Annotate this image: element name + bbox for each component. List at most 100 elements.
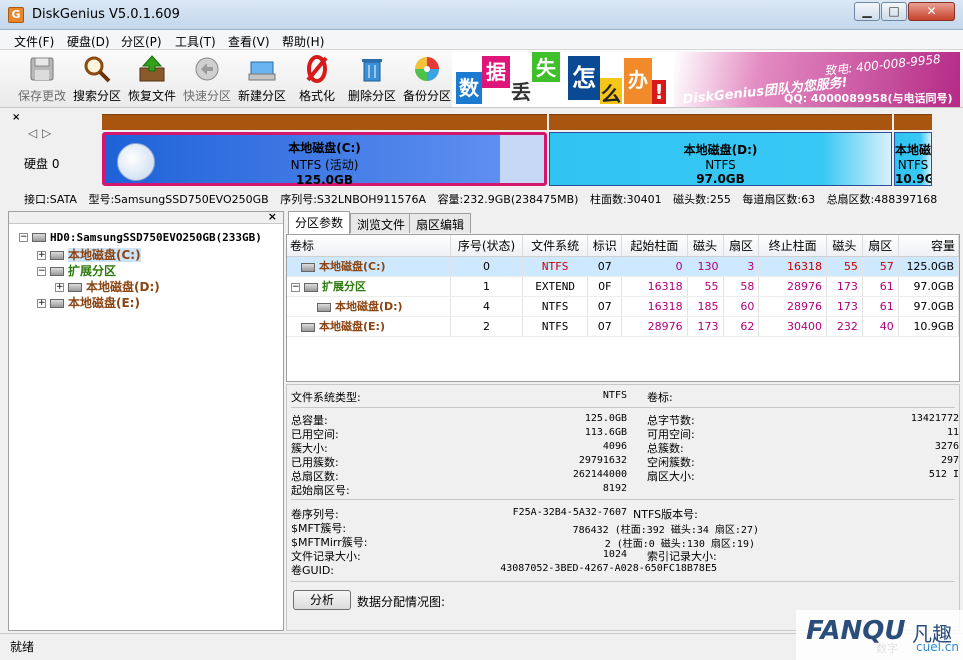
ad-banner[interactable]: 数 据 丢 失 怎 么 办 ! DiskGenius团队为您服务! 致电: 40… (452, 52, 960, 107)
partition-block-d[interactable]: 本地磁盘(D:) NTFS 97.0GB (549, 114, 892, 186)
partition-block-e[interactable]: 本地磁盘(E:) NTFS 10.9GB (894, 114, 932, 186)
format-button[interactable]: 格式化 (289, 52, 345, 104)
minimize-button[interactable]: ▁ (854, 2, 880, 21)
partition-name: 本地磁盘(C:) (288, 141, 361, 155)
expand-icon[interactable]: + (37, 299, 46, 308)
partition-icon (304, 282, 318, 292)
search-partition-button[interactable]: 搜索分区 (69, 52, 125, 104)
column-header[interactable]: 终止柱面 (758, 235, 827, 257)
close-icon[interactable]: × (12, 112, 20, 123)
partition-block-c[interactable]: 本地磁盘(C:) NTFS (活动) 125.0GB (102, 114, 547, 187)
row-size: 10.9GB (898, 316, 959, 337)
maximize-button[interactable]: □ (881, 2, 907, 21)
tree-item-c[interactable]: + 本地磁盘(C:) (37, 246, 141, 262)
expand-icon[interactable]: + (55, 283, 64, 292)
mft-cluster-value: 786432 (柱面:392 磁头:34 扇区:27) (572, 525, 759, 536)
used-space-value: 113.6GB (584, 427, 627, 438)
menu-file[interactable]: 文件(F) (14, 33, 54, 50)
column-header[interactable]: 容量 (898, 235, 959, 257)
backup-partition-label: 备份分区 (402, 89, 451, 103)
column-header[interactable]: 磁头 (687, 235, 724, 257)
tab-sector-edit[interactable]: 扇区编辑 (409, 213, 472, 233)
column-header[interactable]: 扇区 (723, 235, 760, 257)
menu-view[interactable]: 查看(V) (228, 33, 270, 50)
tree-item-d[interactable]: + 本地磁盘(D:) (55, 278, 160, 294)
column-header[interactable]: 扇区 (862, 235, 899, 257)
table-row[interactable]: 本地磁盘(E:) 2 NTFS 07 28976 173 62 30400 23… (287, 316, 959, 337)
delete-partition-label: 删除分区 (347, 89, 396, 103)
close-button[interactable]: ✕ (908, 2, 955, 21)
cluster-size-value: 4096 (602, 441, 627, 452)
ad-tile: 据 (482, 56, 510, 88)
partition-icon (68, 283, 82, 292)
save-changes-button[interactable]: 保存更改 (14, 52, 70, 104)
save-icon (30, 57, 54, 81)
free-space-value: 11 (946, 427, 959, 438)
row-label: 扩展分区 (322, 280, 366, 293)
quick-partition-button[interactable]: 快速分区 (179, 52, 235, 104)
menu-help[interactable]: 帮助(H) (282, 33, 324, 50)
delete-partition-button[interactable]: 删除分区 (344, 52, 400, 104)
tree-item-e[interactable]: + 本地磁盘(E:) (37, 294, 140, 310)
tree-item-extended[interactable]: − 扩展分区 (37, 262, 116, 278)
prev-disk-icon[interactable]: ◁ (28, 126, 37, 140)
row-start-sec: 60 (723, 296, 760, 317)
column-header[interactable]: 标识 (587, 235, 623, 257)
tree-label: 本地磁盘(C:) (68, 248, 141, 262)
row-index: 0 (450, 256, 523, 277)
partition-body: 本地磁盘(C:) NTFS (活动) 125.0GB (102, 132, 547, 187)
new-partition-button[interactable]: 新建分区 (234, 52, 290, 104)
collapse-icon[interactable]: − (37, 267, 46, 276)
total-clusters-value: 3276 (934, 441, 959, 452)
column-header[interactable]: 磁头 (826, 235, 863, 257)
start-sector-label: 起始扇区号: (291, 484, 350, 497)
format-label: 格式化 (298, 89, 335, 103)
recover-files-label: 恢复文件 (127, 89, 176, 103)
row-index: 2 (450, 316, 523, 337)
table-row[interactable]: 本地磁盘(C:) 0 NTFS 07 0 130 3 16318 55 57 1… (287, 256, 959, 277)
column-header[interactable]: 文件系统 (522, 235, 589, 257)
sectors-per-track-info: 每道扇区数:63 (742, 193, 816, 206)
recover-files-button[interactable]: 恢复文件 (124, 52, 180, 104)
divider (291, 581, 955, 582)
tree-item-hd0[interactable]: − HD0:SamsungSSD750EVO250GB(233GB) (19, 230, 262, 246)
format-icon (306, 55, 328, 83)
windows-logo-icon (117, 143, 155, 181)
partition-details: 文件系统类型: NTFS 卷标: 总容量: 125.0GB 已用空间: 113.… (286, 384, 960, 631)
total-sectors-info: 总扇区数:488397168 (826, 193, 938, 206)
partition-name: 本地磁盘(E:) (895, 143, 932, 157)
collapse-icon[interactable]: − (19, 233, 28, 242)
tab-browse-files[interactable]: 浏览文件 (350, 213, 413, 233)
row-size: 97.0GB (898, 276, 959, 297)
backup-partition-button[interactable]: 备份分区 (399, 52, 455, 104)
partition-size: 10.9GB (895, 172, 931, 186)
partition-fs: NTFS (705, 158, 736, 172)
tree-label: 扩展分区 (68, 264, 117, 278)
capacity-info: 容量:232.9GB(238475MB) (437, 193, 579, 206)
next-disk-icon[interactable]: ▷ (42, 126, 51, 140)
disk-map: × ◁ ▷ 硬盘 0 本地磁盘(C:) NTFS (活动) 125.0GB 本地… (8, 110, 960, 188)
close-icon[interactable]: × (268, 210, 277, 223)
menu-disk[interactable]: 硬盘(D) (67, 33, 110, 50)
table-row[interactable]: − 扩展分区 1 EXTEND 0F 16318 55 58 28976 173 … (287, 276, 959, 297)
model-info: 型号:SamsungSSD750EVO250GB (88, 193, 269, 206)
divider (291, 407, 955, 408)
row-fs: NTFS (522, 316, 589, 337)
menu-tools[interactable]: 工具(T) (175, 33, 216, 50)
quick-partition-icon (195, 57, 219, 81)
row-end-head: 232 (826, 316, 863, 337)
expand-icon[interactable]: + (37, 251, 46, 260)
analyze-button[interactable]: 分析 (293, 590, 351, 610)
partition-body: 本地磁盘(D:) NTFS 97.0GB (549, 132, 892, 186)
row-id: 07 (587, 296, 623, 317)
menu-partition[interactable]: 分区(P) (121, 33, 162, 50)
column-header[interactable]: 起始柱面 (621, 235, 688, 257)
partition-header (894, 114, 932, 130)
column-header[interactable]: 序号(状态) (450, 235, 523, 257)
row-start-head: 185 (687, 296, 724, 317)
tab-partition-params[interactable]: 分区参数 (288, 211, 351, 234)
window-title: DiskGenius V5.0.1.609 (32, 7, 180, 22)
column-header[interactable]: 卷标 (287, 235, 452, 257)
table-row[interactable]: 本地磁盘(D:) 4 NTFS 07 16318 185 60 28976 17… (287, 296, 959, 317)
collapse-icon[interactable]: − (291, 282, 300, 292)
